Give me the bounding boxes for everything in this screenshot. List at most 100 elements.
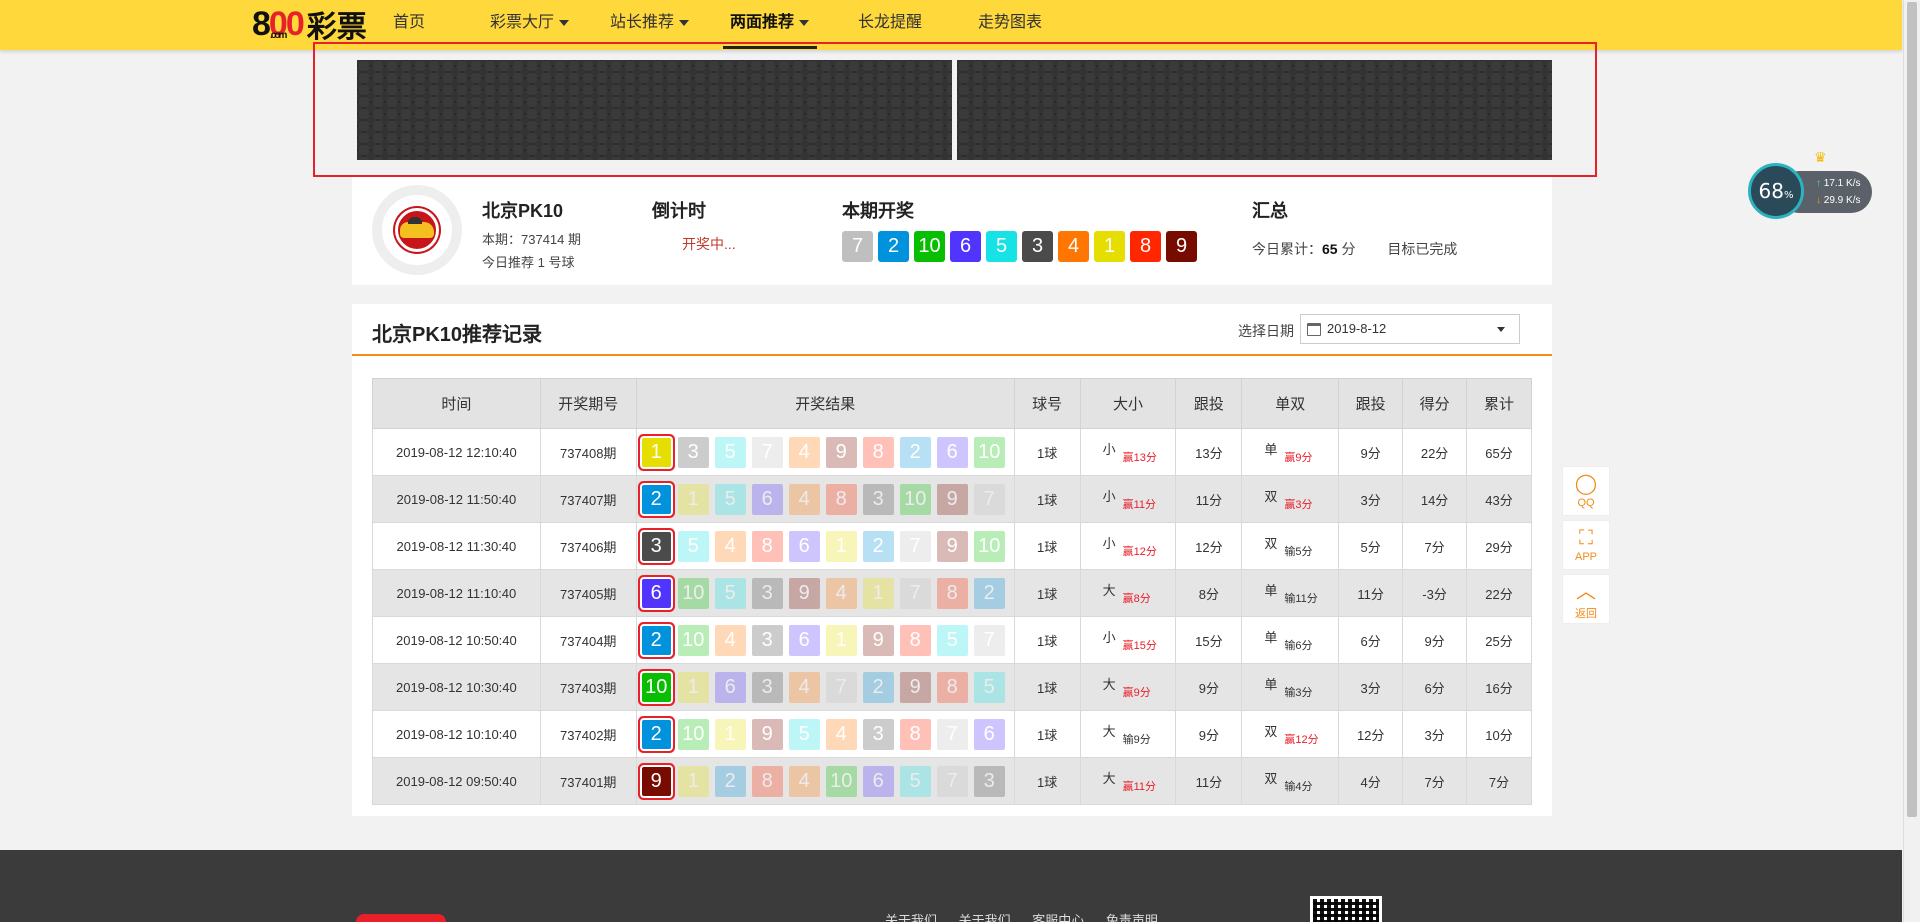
crown-icon: ♛	[1814, 149, 1827, 165]
recommendation-record-panel: 北京PK10推荐记录 选择日期 2019-8-12 时间 开奖期号 开奖结果 球…	[352, 304, 1552, 816]
result-ball: 5	[677, 530, 709, 562]
result-ball: 5	[936, 624, 968, 656]
result-ball: 2	[714, 765, 746, 797]
result-ball: 1	[677, 671, 709, 703]
result-ball: 1	[825, 530, 857, 562]
scrollbar-thumb[interactable]	[1907, 2, 1917, 817]
size-result: 输9分	[1122, 734, 1151, 746]
cell-size-bet: 8分	[1175, 569, 1243, 617]
cell-score: 9分	[1402, 616, 1468, 664]
app-button[interactable]: ⛶ APP	[1562, 520, 1610, 570]
cell-total: 7分	[1466, 757, 1532, 805]
nav-item-home[interactable]: 首页	[393, 0, 425, 46]
cell-total: 65分	[1466, 428, 1532, 476]
nav-item-admin-picks[interactable]: 站长推荐	[610, 0, 690, 46]
current-draw-balls: 7 2 10 6 5 3 4 1 8 9	[842, 231, 1197, 262]
footer: 关于我们 关于我们 客服中心 免责声明	[0, 850, 1902, 922]
cell-size-bet: 9分	[1175, 710, 1243, 758]
cell-ball-no: 1球	[1013, 663, 1081, 711]
size-result: 赢8分	[1122, 593, 1151, 605]
cell-parity-bet: 6分	[1338, 616, 1404, 664]
result-ball: 7	[973, 624, 1005, 656]
nav-item-long-dragon[interactable]: 长龙提醒	[858, 0, 922, 46]
result-ball: 2	[862, 530, 894, 562]
parity-result: 输3分	[1284, 687, 1313, 699]
cell-total: 22分	[1466, 569, 1532, 617]
cell-size-bet: 13分	[1175, 428, 1243, 476]
draw-ball: 1	[1094, 231, 1125, 262]
cell-ball-no: 1球	[1013, 522, 1081, 570]
cell-parity: 双赢12分	[1241, 710, 1340, 758]
result-ball: 9	[862, 624, 894, 656]
chevron-down-icon	[679, 19, 690, 26]
page-scrollbar[interactable]	[1903, 0, 1920, 922]
result-ball: 9	[936, 483, 968, 515]
table-row: 2019-08-12 10:10:40 737402期 2 10 1 9 5 4 3 8 7 6 1球大…	[372, 710, 1532, 758]
size-result: 赢11分	[1122, 781, 1157, 793]
cell-parity-bet: 3分	[1338, 663, 1404, 711]
cell-score: 22分	[1402, 428, 1468, 476]
result-ball: 10	[825, 765, 857, 797]
cell-result: 2 1 5 6 4 8 3 10 9 7	[635, 475, 1015, 523]
cell-score: -3分	[1402, 569, 1468, 617]
cell-ball-no: 1球	[1013, 616, 1081, 664]
result-ball: 2	[899, 436, 931, 468]
record-title: 北京PK10推荐记录	[372, 324, 543, 346]
game-name: 北京PK10	[482, 201, 564, 221]
cell-size: 大赢9分	[1079, 663, 1177, 711]
result-ball: 7	[936, 718, 968, 750]
nav-item-trend-chart[interactable]: 走势图表	[978, 0, 1042, 46]
chevron-up-icon: ︿	[1576, 581, 1596, 603]
result-ball: 10	[677, 624, 709, 656]
date-picker[interactable]: 2019-8-12	[1300, 314, 1520, 344]
cell-size: 小赢15分	[1079, 616, 1177, 664]
result-ball: 1	[862, 577, 894, 609]
draw-ball: 7	[842, 231, 873, 262]
col-header-score: 得分	[1402, 378, 1468, 429]
table-row: 2019-08-12 11:30:40 737406期 3 5 4 8 6 1 2 7 9 10 1球小…	[372, 522, 1532, 570]
back-to-top-button[interactable]: ︿ 返回	[1562, 574, 1610, 624]
result-ball: 6	[936, 436, 968, 468]
cell-parity-bet: 3分	[1338, 475, 1404, 523]
cell-ball-no: 1球	[1013, 757, 1081, 805]
size-pick: 小	[1102, 536, 1116, 551]
logo-number: 800 .com	[252, 4, 305, 43]
table-row: 2019-08-12 09:50:40 737401期 9 1 2 8 4 10 6 5 7 3 1球大…	[372, 757, 1532, 805]
cell-score: 7分	[1402, 522, 1468, 570]
result-ball-highlighted: 9	[641, 766, 671, 796]
network-speed-widget[interactable]: 68% ↑ 17.1 K/s ↓ 29.9 K/s ♛	[1748, 149, 1872, 219]
footer-link-disclaimer[interactable]: 免责声明	[1106, 913, 1158, 922]
result-ball: 8	[751, 530, 783, 562]
cell-time: 2019-08-12 10:30:40	[372, 663, 541, 711]
nav-item-two-sided-picks[interactable]: 两面推荐	[730, 0, 810, 46]
col-header-issue: 开奖期号	[539, 378, 637, 429]
cell-size: 大赢8分	[1079, 569, 1177, 617]
chevron-down-icon	[559, 19, 570, 26]
site-logo[interactable]: 800 .com 彩票	[252, 4, 367, 46]
banner-image-left[interactable]	[357, 60, 952, 160]
cell-parity: 双输4分	[1241, 757, 1340, 805]
table-header-row: 时间 开奖期号 开奖结果 球号 大小 跟投 单双 跟投 得分 累计	[372, 378, 1532, 429]
size-pick: 小	[1102, 489, 1116, 504]
cell-result: 3 5 4 8 6 1 2 7 9 10	[635, 522, 1015, 570]
result-ball: 5	[899, 765, 931, 797]
cell-size-bet: 11分	[1175, 757, 1243, 805]
nav-item-lottery-hall[interactable]: 彩票大厅	[490, 0, 570, 46]
result-ball: 6	[788, 624, 820, 656]
chevron-down-icon	[799, 19, 810, 26]
cell-ball-no: 1球	[1013, 475, 1081, 523]
result-ball: 10	[973, 530, 1005, 562]
result-ball: 1	[714, 718, 746, 750]
countdown-value: 开奖中...	[682, 236, 736, 252]
cell-parity: 单输3分	[1241, 663, 1340, 711]
result-ball: 4	[714, 530, 746, 562]
cell-total: 29分	[1466, 522, 1532, 570]
result-ball: 6	[862, 765, 894, 797]
footer-link-about-heading[interactable]: 关于我们	[885, 913, 937, 922]
banner-image-right[interactable]	[957, 60, 1552, 160]
footer-link-support[interactable]: 客服中心	[1032, 913, 1084, 922]
footer-link-about[interactable]: 关于我们	[959, 913, 1011, 922]
result-ball: 8	[899, 624, 931, 656]
result-ball: 8	[899, 718, 931, 750]
qq-button[interactable]: ◯ QQ	[1562, 466, 1610, 516]
